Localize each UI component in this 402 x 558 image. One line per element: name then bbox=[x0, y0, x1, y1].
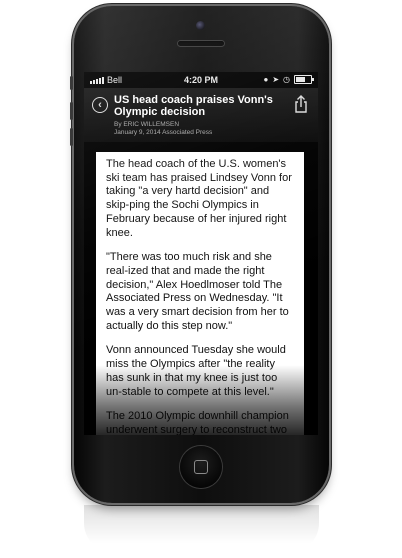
rotation-lock-icon: ● bbox=[263, 75, 269, 84]
article-byline: By ERIC WILLEMSEN January 9, 2014 Associ… bbox=[114, 121, 284, 137]
home-square-icon bbox=[194, 460, 208, 474]
volume-down-button bbox=[70, 128, 73, 146]
share-button[interactable] bbox=[294, 95, 308, 113]
phone-reflection bbox=[84, 505, 319, 553]
phone-device: Bell 4:20 PM ● ➤ ◷ ‹ US head coach prais… bbox=[70, 6, 329, 503]
earpiece-speaker bbox=[178, 41, 224, 46]
article-paragraph: "There was too much risk and she real-iz… bbox=[106, 251, 289, 332]
article-headline: US head coach praises Vonn's Olympic dec… bbox=[114, 94, 273, 118]
volume-up-button bbox=[70, 102, 73, 120]
article-paragraph: The head coach of the U.S. women's ski t… bbox=[106, 158, 292, 239]
front-camera bbox=[196, 21, 205, 30]
article-paragraph: The 2010 Olympic downhill champion under… bbox=[106, 410, 289, 435]
location-arrow-icon: ➤ bbox=[272, 75, 280, 84]
back-button[interactable]: ‹ bbox=[92, 97, 108, 113]
silent-switch bbox=[70, 76, 73, 90]
article-content[interactable]: The head coach of the U.S. women's ski t… bbox=[96, 152, 304, 435]
alarm-icon: ◷ bbox=[283, 75, 290, 84]
byline-author: By ERIC WILLEMSEN bbox=[114, 121, 180, 128]
status-right: ● ➤ ◷ bbox=[263, 75, 314, 84]
status-bar: Bell 4:20 PM ● ➤ ◷ bbox=[84, 72, 318, 88]
share-icon bbox=[295, 95, 307, 113]
article-header: ‹ US head coach praises Vonn's Olympic d… bbox=[84, 88, 318, 142]
article-body: The head coach of the U.S. women's ski t… bbox=[96, 152, 304, 435]
chevron-left-icon: ‹ bbox=[98, 99, 102, 111]
home-button[interactable] bbox=[180, 446, 222, 488]
phone-screen: Bell 4:20 PM ● ➤ ◷ ‹ US head coach prais… bbox=[84, 72, 318, 435]
article-paragraph: Vonn announced Tuesday she would miss th… bbox=[106, 344, 286, 398]
battery-icon bbox=[294, 75, 314, 84]
byline-date: January 9, 2014 Associated Press bbox=[114, 129, 213, 136]
